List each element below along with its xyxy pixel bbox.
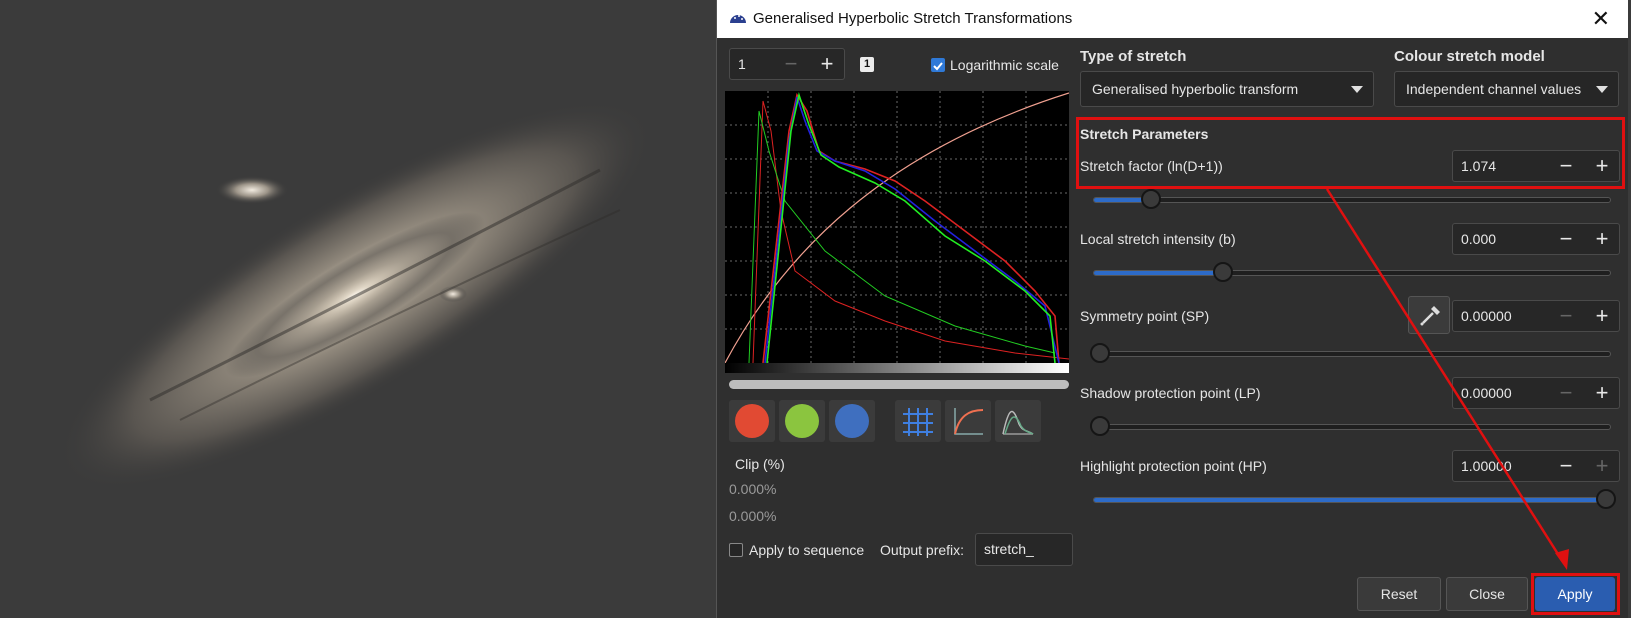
local-intensity-label: Local stretch intensity (b) (1080, 231, 1236, 247)
shadow-spinner[interactable]: 0.00000 − + (1452, 377, 1620, 409)
stretch-factor-slider[interactable] (1093, 189, 1611, 209)
symmetry-spinner[interactable]: 0.00000 − + (1452, 300, 1620, 332)
shadow-slider-handle[interactable] (1090, 416, 1110, 436)
stretch-type-label: Type of stretch (1080, 48, 1187, 65)
highlight-value: 1.00000 (1461, 458, 1512, 474)
ght-dialog: Generalised Hyperbolic Stretch Transform… (716, 0, 1628, 618)
close-button[interactable]: Close (1446, 577, 1528, 611)
symmetry-minus-button[interactable]: − (1549, 301, 1583, 331)
highlight-plus-button[interactable]: + (1585, 451, 1619, 481)
green-channel-icon (785, 404, 819, 438)
highlight-minus-button[interactable]: − (1549, 451, 1583, 481)
chevron-down-icon (1596, 86, 1608, 93)
zoom-minus-button[interactable]: − (774, 49, 808, 79)
checkmark-icon (933, 62, 943, 71)
apply-highlight-box (1531, 573, 1620, 615)
reset-button[interactable]: Reset (1357, 577, 1441, 611)
local-intensity-spinner[interactable]: 0.000 − + (1452, 223, 1620, 255)
histogram-icon (1002, 411, 1034, 435)
stretch-type-value: Generalised hyperbolic transform (1092, 81, 1299, 97)
close-icon[interactable]: ✕ (1592, 6, 1610, 32)
eyedropper-button[interactable] (1408, 296, 1450, 334)
output-prefix-value: stretch_ (984, 541, 1034, 557)
siril-logo-icon (730, 15, 746, 23)
green-channel-toggle[interactable] (779, 400, 825, 442)
stretch-params-highlight-box (1076, 117, 1625, 189)
symmetry-value: 0.00000 (1461, 308, 1512, 324)
shadow-value: 0.00000 (1461, 385, 1512, 401)
log-scale-label: Logarithmic scale (950, 57, 1059, 73)
zoom-spinner[interactable]: 1 − + (729, 48, 845, 80)
highlight-slider-fill (1094, 498, 1610, 502)
histogram-mode-toggle[interactable] (995, 400, 1041, 442)
highlight-label: Highlight protection point (HP) (1080, 458, 1267, 474)
histogram-plot[interactable] (725, 91, 1069, 363)
histogram-scrollbar[interactable] (729, 380, 1069, 389)
symmetry-label: Symmetry point (SP) (1080, 308, 1210, 324)
colour-model-label: Colour stretch model (1394, 48, 1545, 65)
symmetry-slider[interactable] (1090, 343, 1611, 363)
local-intensity-slider-fill (1094, 271, 1223, 275)
red-channel-toggle[interactable] (729, 400, 775, 442)
dialog-title: Generalised Hyperbolic Stretch Transform… (753, 10, 1073, 27)
chevron-down-icon (1351, 86, 1363, 93)
apply-sequence-checkbox[interactable] (729, 543, 743, 557)
curve-icon (954, 408, 984, 435)
log-scale-checkbox[interactable] (931, 58, 945, 72)
blue-channel-toggle[interactable] (829, 400, 875, 442)
apply-sequence-label: Apply to sequence (749, 542, 865, 558)
clip-label: Clip (%) (735, 456, 785, 472)
red-channel-icon (735, 404, 769, 438)
zoom-badge: 1 (860, 57, 874, 72)
grid-toggle[interactable] (895, 400, 941, 442)
title-bar: Generalised Hyperbolic Stretch Transform… (717, 0, 1628, 38)
stretch-type-select[interactable]: Generalised hyperbolic transform (1080, 71, 1374, 107)
symmetry-plus-button[interactable]: + (1585, 301, 1619, 331)
grid-icon (903, 408, 933, 436)
highlight-slider-handle[interactable] (1596, 489, 1616, 509)
highlight-spinner[interactable]: 1.00000 − + (1452, 450, 1620, 482)
shadow-label: Shadow protection point (LP) (1080, 385, 1261, 401)
output-prefix-input[interactable]: stretch_ (975, 533, 1073, 566)
local-intensity-value: 0.000 (1461, 231, 1497, 247)
local-intensity-plus-button[interactable]: + (1585, 224, 1619, 254)
output-prefix-label: Output prefix: (880, 542, 965, 558)
shadow-minus-button[interactable]: − (1549, 378, 1583, 408)
blue-channel-icon (835, 404, 869, 438)
symmetry-slider-handle[interactable] (1090, 343, 1110, 363)
local-intensity-minus-button[interactable]: − (1549, 224, 1583, 254)
local-intensity-slider-handle[interactable] (1213, 262, 1233, 282)
colour-model-value: Independent channel values (1406, 81, 1582, 97)
colour-model-select[interactable]: Independent channel values (1394, 71, 1619, 107)
clip-low-value: 0.000% (729, 481, 777, 497)
histogram-gradient-bar (725, 363, 1069, 373)
highlight-slider[interactable] (1093, 489, 1616, 509)
shadow-plus-button[interactable]: + (1585, 378, 1619, 408)
local-intensity-slider[interactable] (1093, 262, 1611, 282)
clip-high-value: 0.000% (729, 508, 777, 524)
zoom-plus-button[interactable]: + (810, 49, 844, 79)
stretch-factor-slider-handle[interactable] (1141, 189, 1161, 209)
zoom-value: 1 (738, 56, 746, 72)
shadow-slider[interactable] (1090, 416, 1611, 436)
eyedropper-icon (1420, 306, 1440, 326)
curve-toggle[interactable] (945, 400, 991, 442)
